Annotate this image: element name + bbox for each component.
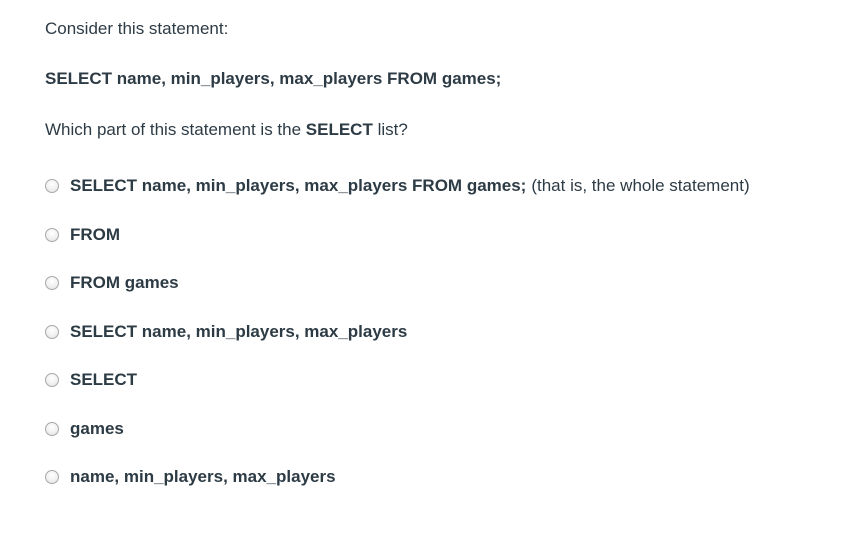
answer-option-3[interactable]: FROM games [45,272,868,294]
radio-button[interactable] [45,470,59,484]
radio-button[interactable] [45,421,59,436]
question-text: Which part of this statement is the SELE… [45,119,868,141]
question-intro: Consider this statement: [45,19,229,38]
answer-label[interactable]: name, min_players, max_players [70,467,336,487]
answer-option-7[interactable]: name, min_players, max_players [45,466,868,488]
answer-label[interactable]: SELECT [70,370,137,390]
answer-label[interactable]: SELECT name, min_players, max_players [70,322,407,342]
radio-button[interactable] [45,227,59,242]
answer-option-1[interactable]: SELECT name, min_players, max_players FR… [45,175,868,197]
radio-button[interactable] [45,373,59,387]
answer-option-6[interactable]: games [45,418,868,440]
answer-option-2[interactable]: FROM [45,224,868,246]
answer-note: (that is, the whole statement) [531,176,750,195]
answer-label[interactable]: SELECT name, min_players, max_players FR… [70,176,526,196]
answer-label[interactable]: games [70,419,124,439]
answer-option-4[interactable]: SELECT name, min_players, max_players [45,321,868,343]
answer-label[interactable]: FROM games [70,273,179,293]
question-keyword: SELECT [305,120,373,139]
radio-button[interactable] [45,179,59,193]
quiz-question: Consider this statement: SELECT name, mi… [0,0,868,488]
answer-option-5[interactable]: SELECT [45,369,868,391]
answer-list: SELECT name, min_players, max_players FR… [45,175,868,488]
sql-statement: SELECT name, min_players, max_players FR… [45,69,502,88]
answer-label[interactable]: FROM [70,225,120,245]
question-text-after: list? [372,120,408,139]
radio-button[interactable] [45,324,59,339]
question-text-before: Which part of this statement is the [45,120,306,139]
radio-button[interactable] [45,276,59,290]
